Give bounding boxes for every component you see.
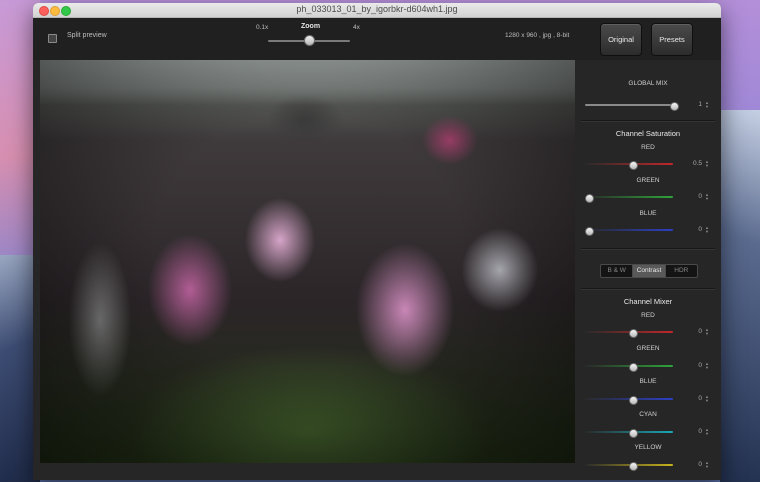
split-preview-label: Split preview — [67, 32, 107, 39]
mixer-cyan-stepper[interactable]: ▲ ▼ — [705, 428, 709, 436]
divider — [581, 120, 715, 122]
mixer-yellow-label: YELLOW — [634, 444, 662, 451]
zoom-label: Zoom — [301, 23, 321, 30]
mixer-red-stepper[interactable]: ▲ ▼ — [705, 328, 709, 336]
saturation-green-slider[interactable] — [585, 196, 673, 198]
photo-vignette — [40, 60, 575, 463]
mixer-red-thumb[interactable] — [628, 329, 638, 338]
saturation-blue-value[interactable]: 0 — [678, 226, 702, 234]
title-bar: ph_033013_01_by_igorbkr-d604wh1.jpg — [33, 3, 721, 18]
mode-segmented-control: B & W Contrast HDR — [600, 264, 698, 278]
mixer-blue-value[interactable]: 0 — [678, 395, 702, 403]
saturation-green-thumb[interactable] — [584, 194, 594, 203]
window-title: ph_033013_01_by_igorbkr-d604wh1.jpg — [296, 4, 458, 14]
mixer-red-label: RED — [641, 312, 655, 319]
presets-button[interactable]: Presets — [651, 23, 693, 56]
toolbar: Split preview 0.1x Zoom 4x 1280 x 960 , … — [33, 18, 721, 60]
mixer-green-label: GREEN — [636, 345, 660, 352]
mixer-green-thumb[interactable] — [628, 363, 638, 372]
app-window: ph_033013_01_by_igorbkr-d604wh1.jpg Spli… — [33, 3, 721, 480]
mixer-blue-label: BLUE — [639, 378, 657, 385]
saturation-red-value[interactable]: 0.5 — [678, 160, 702, 168]
saturation-blue-thumb[interactable] — [584, 227, 594, 236]
tab-contrast[interactable]: Contrast — [633, 265, 666, 277]
saturation-green-value[interactable]: 0 — [678, 193, 702, 201]
global-mix-label: GLOBAL MIX — [628, 80, 668, 87]
tab-bw[interactable]: B & W — [601, 265, 634, 277]
tab-hdr[interactable]: HDR — [666, 265, 697, 277]
photo-preview[interactable] — [40, 60, 575, 463]
zoom-slider-thumb[interactable] — [304, 35, 315, 46]
mixer-cyan-thumb[interactable] — [628, 429, 638, 438]
global-mix-value[interactable]: 1 — [678, 101, 702, 109]
mixer-green-stepper[interactable]: ▲ ▼ — [705, 362, 709, 370]
saturation-blue-slider[interactable] — [585, 229, 673, 231]
channel-mixer-title: Channel Mixer — [623, 297, 673, 306]
saturation-blue-label: BLUE — [639, 210, 657, 217]
divider — [581, 248, 715, 250]
saturation-blue-stepper[interactable]: ▲ ▼ — [705, 226, 709, 234]
saturation-red-thumb[interactable] — [628, 161, 638, 170]
mixer-green-value[interactable]: 0 — [678, 362, 702, 370]
split-preview-checkbox[interactable] — [48, 34, 57, 43]
wallpaper-mountain-right — [720, 110, 760, 482]
mixer-cyan-label: CYAN — [639, 411, 657, 418]
saturation-red-stepper[interactable]: ▲ ▼ — [705, 160, 709, 168]
divider — [581, 288, 715, 290]
zoom-min-label: 0.1x — [256, 24, 269, 31]
channel-saturation-title: Channel Saturation — [615, 129, 681, 138]
adjustments-sidebar: GLOBAL MIX 1 ▲ ▼ Channel Saturation RED 0… — [575, 60, 721, 480]
image-info: 1280 x 960 , jpg , 8-bit — [505, 32, 570, 39]
saturation-red-label: RED — [641, 144, 655, 151]
global-mix-slider[interactable] — [585, 104, 673, 106]
saturation-green-stepper[interactable]: ▲ ▼ — [705, 193, 709, 201]
saturation-green-label: GREEN — [636, 177, 660, 184]
mixer-cyan-value[interactable]: 0 — [678, 428, 702, 436]
zoom-max-label: 4x — [353, 24, 360, 31]
mixer-blue-thumb[interactable] — [628, 396, 638, 405]
mixer-yellow-value[interactable]: 0 — [678, 461, 702, 469]
mixer-blue-stepper[interactable]: ▲ ▼ — [705, 395, 709, 403]
original-button[interactable]: Original — [600, 23, 642, 56]
mixer-yellow-thumb[interactable] — [628, 462, 638, 471]
mixer-red-value[interactable]: 0 — [678, 328, 702, 336]
mixer-yellow-stepper[interactable]: ▲ ▼ — [705, 461, 709, 469]
global-mix-stepper[interactable]: ▲ ▼ — [705, 101, 709, 109]
